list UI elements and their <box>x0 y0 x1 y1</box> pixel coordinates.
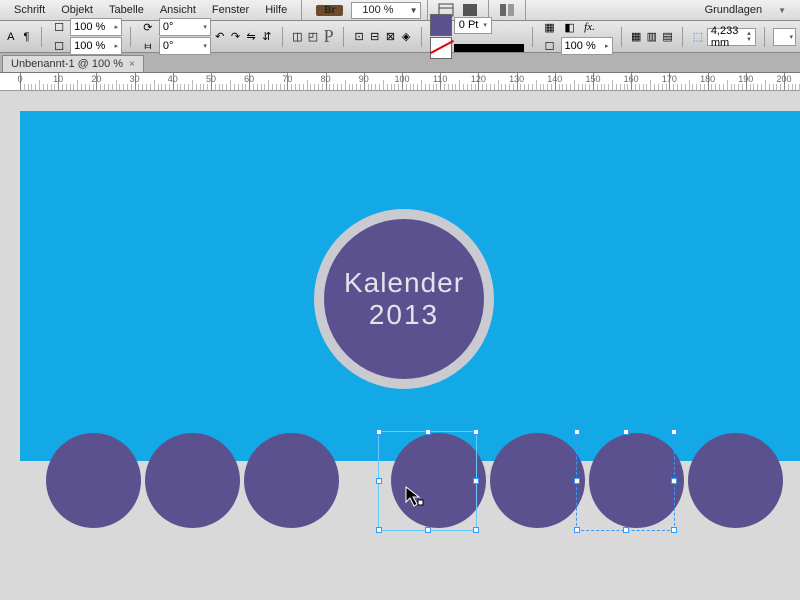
month-circle[interactable] <box>244 433 339 528</box>
fit-frame-icon[interactable]: ▦ <box>629 28 643 46</box>
canvas[interactable]: Kalender 2013 <box>0 91 800 600</box>
separator <box>621 27 622 47</box>
opacity-field-1[interactable]: 100 %▸ <box>70 18 122 36</box>
separator <box>41 27 42 47</box>
stroke-style-picker[interactable] <box>454 44 524 52</box>
month-circle[interactable] <box>46 433 141 528</box>
month-circle[interactable] <box>688 433 783 528</box>
drop-shadow-icon[interactable]: ◧ <box>561 18 579 36</box>
select-content-icon[interactable]: ◰ <box>306 28 320 46</box>
separator <box>421 27 422 47</box>
tint-icon: ☐ <box>541 37 559 55</box>
month-circle[interactable] <box>145 433 240 528</box>
shear-field[interactable]: 0°▾ <box>159 37 211 55</box>
menu-schrift[interactable]: Schrift <box>6 4 53 16</box>
rotation-icon: ⟳ <box>139 18 157 36</box>
fx-icon[interactable]: fx. <box>581 18 599 36</box>
separator <box>282 27 283 47</box>
tab-title: Unbenannt-1 @ 100 % <box>11 58 123 70</box>
month-circle[interactable] <box>589 433 684 528</box>
chevron-down-icon: ▼ <box>402 6 418 15</box>
corner-shape-picker[interactable]: ▾ <box>773 28 796 46</box>
wrap-shape-icon[interactable]: ◈ <box>399 28 413 46</box>
zoom-value: 100 % <box>354 4 401 16</box>
control-panel: A ¶ ☐ 100 %▸ ☐ 100 %▸ ⟳ 0°▾ ⧦ 0°▾ ↶ ↷ ⇋ … <box>0 21 800 53</box>
menu-ansicht[interactable]: Ansicht <box>152 4 204 16</box>
title-circle[interactable]: Kalender 2013 <box>314 209 494 389</box>
corner-options-icon[interactable]: ⬚ <box>691 28 705 46</box>
workspace-switcher[interactable]: Grundlagen <box>697 4 771 16</box>
paragraph-style-icon[interactable]: P <box>322 28 336 46</box>
wrap-none-icon[interactable]: ⊠ <box>384 28 398 46</box>
paragraph-panel-icon[interactable]: ¶ <box>20 28 34 46</box>
opacity-icon: ☐ <box>50 18 68 36</box>
menu-objekt[interactable]: Objekt <box>53 4 101 16</box>
month-circle[interactable] <box>391 433 486 528</box>
fill-swatch[interactable] <box>430 14 452 36</box>
tint-field[interactable]: 100 %▸ <box>561 37 613 55</box>
wrap-jump-icon[interactable]: ⊟ <box>368 28 382 46</box>
title-line-1: Kalender <box>344 267 464 299</box>
menu-fenster[interactable]: Fenster <box>204 4 257 16</box>
corner-size-field[interactable]: 4,233 mm ▲▼ <box>707 28 756 46</box>
opacity-field-2[interactable]: 100 %▸ <box>70 37 122 55</box>
menu-hilfe[interactable]: Hilfe <box>257 4 295 16</box>
horizontal-ruler[interactable]: 0102030405060708090100110120130140150160… <box>0 73 800 91</box>
title-line-2: 2013 <box>369 299 439 331</box>
shear-icon: ⧦ <box>139 37 157 55</box>
close-icon[interactable]: × <box>129 59 135 70</box>
center-content-icon[interactable]: ▤ <box>661 28 675 46</box>
stroke-swatch-none[interactable] <box>430 37 452 59</box>
separator <box>130 27 131 47</box>
separator <box>525 0 526 20</box>
chevron-down-icon: ▼ <box>770 6 794 15</box>
flip-v-icon[interactable]: ⇵ <box>260 28 274 46</box>
character-panel-icon[interactable]: A <box>4 28 18 46</box>
zoom-level-combo[interactable]: 100 % ▼ <box>351 2 420 19</box>
document-tab[interactable]: Unbenannt-1 @ 100 % × <box>2 55 144 72</box>
separator <box>764 27 765 47</box>
separator <box>682 27 683 47</box>
opacity-icon: ☐ <box>50 37 68 55</box>
wrap-around-icon[interactable]: ⊡ <box>352 28 366 46</box>
effects-icon[interactable]: ▦ <box>541 18 559 36</box>
page: Kalender 2013 <box>20 111 800 600</box>
document-tab-bar: Unbenannt-1 @ 100 % × <box>0 53 800 73</box>
stroke-weight-field[interactable]: 0 Pt▾ <box>454 17 492 34</box>
flip-h-icon[interactable]: ⇋ <box>244 28 258 46</box>
separator <box>301 0 302 20</box>
fit-content-icon[interactable]: ▥ <box>645 28 659 46</box>
rotate-ccw-icon[interactable]: ↶ <box>213 28 227 46</box>
separator <box>427 0 428 20</box>
separator <box>532 27 533 47</box>
rotate-cw-icon[interactable]: ↷ <box>229 28 243 46</box>
separator <box>343 27 344 47</box>
bridge-button[interactable]: Br <box>316 5 343 16</box>
month-circle[interactable] <box>490 433 585 528</box>
select-container-icon[interactable]: ◫ <box>290 28 304 46</box>
menu-tabelle[interactable]: Tabelle <box>101 4 152 16</box>
rotation-field[interactable]: 0°▾ <box>159 18 211 36</box>
